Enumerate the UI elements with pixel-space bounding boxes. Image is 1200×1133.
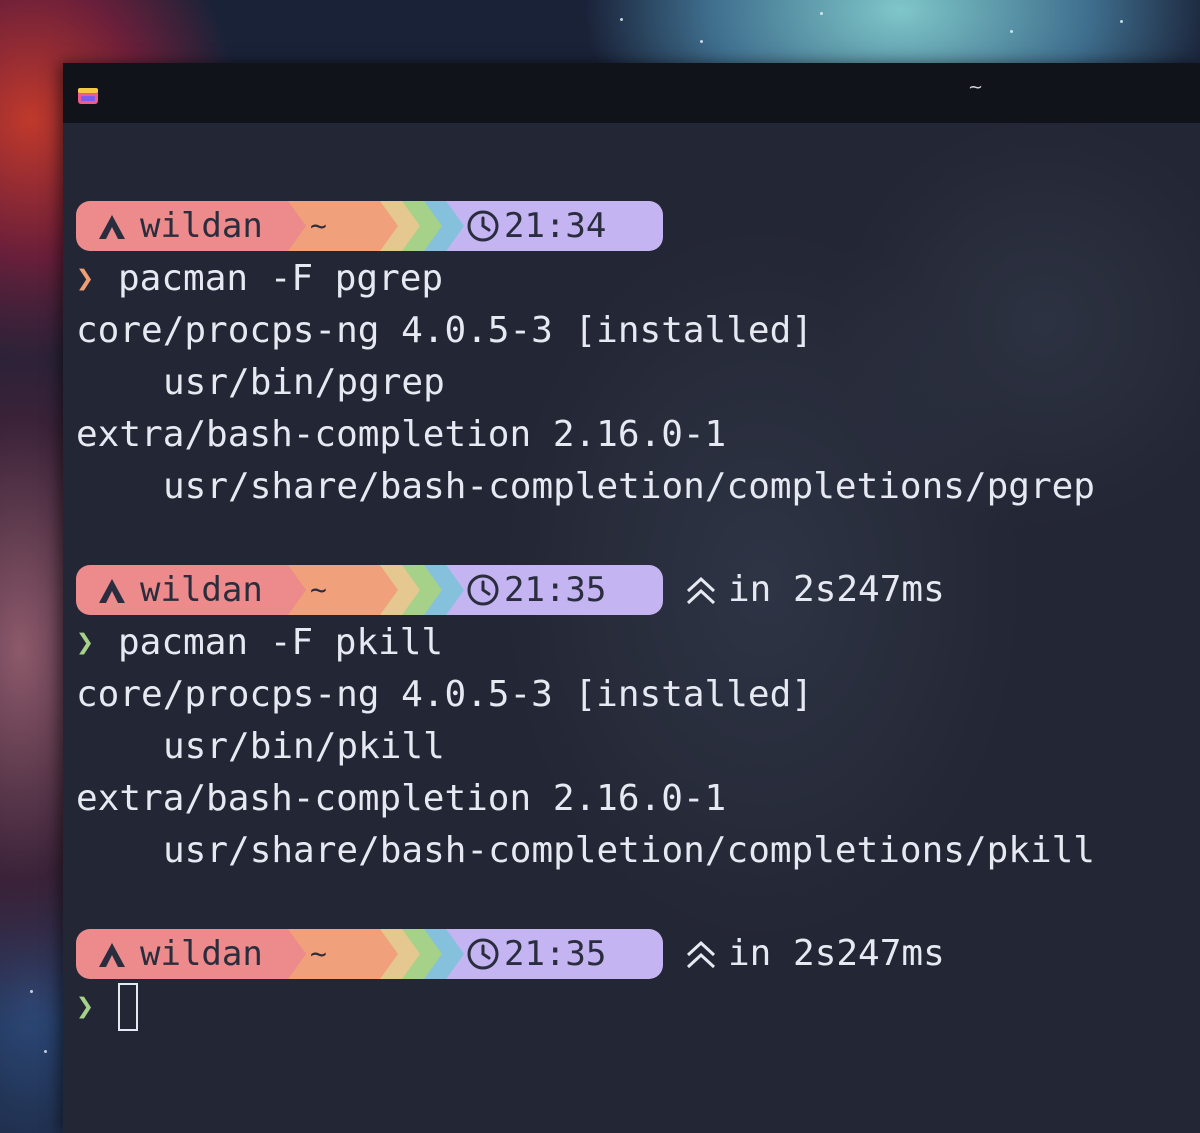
segment-separator	[288, 565, 306, 615]
segment-separator	[380, 201, 398, 251]
terminal-cursor[interactable]	[118, 983, 138, 1031]
arch-linux-icon	[99, 943, 125, 967]
segment-separator	[424, 929, 442, 979]
segment-separator	[446, 565, 464, 615]
prompt-dir: ~	[310, 937, 327, 970]
segment-separator	[288, 929, 306, 979]
command-text[interactable]: pacman -F pkill	[118, 617, 443, 669]
output-line: extra/bash-completion 2.16.0-1	[76, 778, 727, 819]
command-duration: in 2s247ms	[728, 569, 945, 610]
window-title: ~	[968, 77, 984, 98]
segment-separator	[402, 929, 420, 979]
command-duration: in 2s247ms	[728, 933, 945, 974]
terminal-output[interactable]: wildan ~21:34 ❯ pacman -F pgrep core/procps-…	[63, 123, 1200, 1133]
output-line: core/procps-ng 4.0.5-3 [installed]	[76, 310, 813, 351]
clock-icon	[467, 938, 499, 970]
segment-separator	[402, 565, 420, 615]
prompt-chevron-icon: ❯	[76, 625, 95, 660]
prompt-time-segment: 21:35	[446, 565, 663, 615]
prompt-user-segment: wildan	[76, 565, 288, 615]
double-chevron-up-icon	[686, 940, 716, 969]
prompt-time: 21:35	[504, 934, 607, 974]
prompt-dir: ~	[310, 573, 327, 606]
arch-linux-icon	[99, 215, 125, 239]
prompt-chevron-icon: ❯	[76, 989, 95, 1024]
prompt-user: wildan	[140, 206, 263, 246]
prompt-dir: ~	[310, 209, 327, 242]
prompt-line: wildan ~21:35 in 2s247ms	[76, 929, 1076, 979]
prompt-line: wildan ~21:34	[76, 201, 1076, 251]
segment-separator	[424, 565, 442, 615]
prompt-line: wildan ~21:35 in 2s247ms	[76, 565, 1076, 615]
prompt-color-band	[358, 201, 380, 251]
prompt-time: 21:35	[504, 570, 607, 610]
output-line: usr/bin/pgrep	[163, 362, 445, 403]
window-titlebar[interactable]: ~	[63, 63, 1200, 123]
prompt-user: wildan	[140, 934, 263, 974]
segment-separator	[424, 201, 442, 251]
segment-separator	[288, 201, 306, 251]
output-line: usr/bin/pkill	[163, 726, 445, 767]
terminal-app-icon	[78, 88, 98, 104]
prompt-chevron-icon: ❯	[76, 261, 95, 296]
terminal-window[interactable]: ~ wildan ~21:34 ❯ pacman -F pgrep core/procp…	[63, 63, 1200, 1133]
output-line: usr/share/bash-completion/completions/pg…	[163, 466, 1095, 507]
prompt-user-segment: wildan	[76, 201, 288, 251]
segment-separator	[446, 929, 464, 979]
arch-linux-icon	[99, 579, 125, 603]
prompt-user-segment: wildan	[76, 929, 288, 979]
prompt-time-segment: 21:34	[446, 201, 663, 251]
prompt-user: wildan	[140, 570, 263, 610]
segment-separator	[380, 929, 398, 979]
prompt-time: 21:34	[504, 206, 607, 246]
command-text[interactable]: pacman -F pgrep	[118, 253, 443, 305]
prompt-color-band	[358, 565, 380, 615]
output-line: usr/share/bash-completion/completions/pk…	[163, 830, 1095, 871]
output-line: extra/bash-completion 2.16.0-1	[76, 414, 727, 455]
clock-icon	[467, 574, 499, 606]
segment-separator	[380, 565, 398, 615]
double-chevron-up-icon	[686, 576, 716, 605]
output-line: core/procps-ng 4.0.5-3 [installed]	[76, 674, 813, 715]
prompt-color-band	[358, 929, 380, 979]
segment-separator	[402, 201, 420, 251]
segment-separator	[446, 201, 464, 251]
prompt-time-segment: 21:35	[446, 929, 663, 979]
clock-icon	[467, 210, 499, 242]
